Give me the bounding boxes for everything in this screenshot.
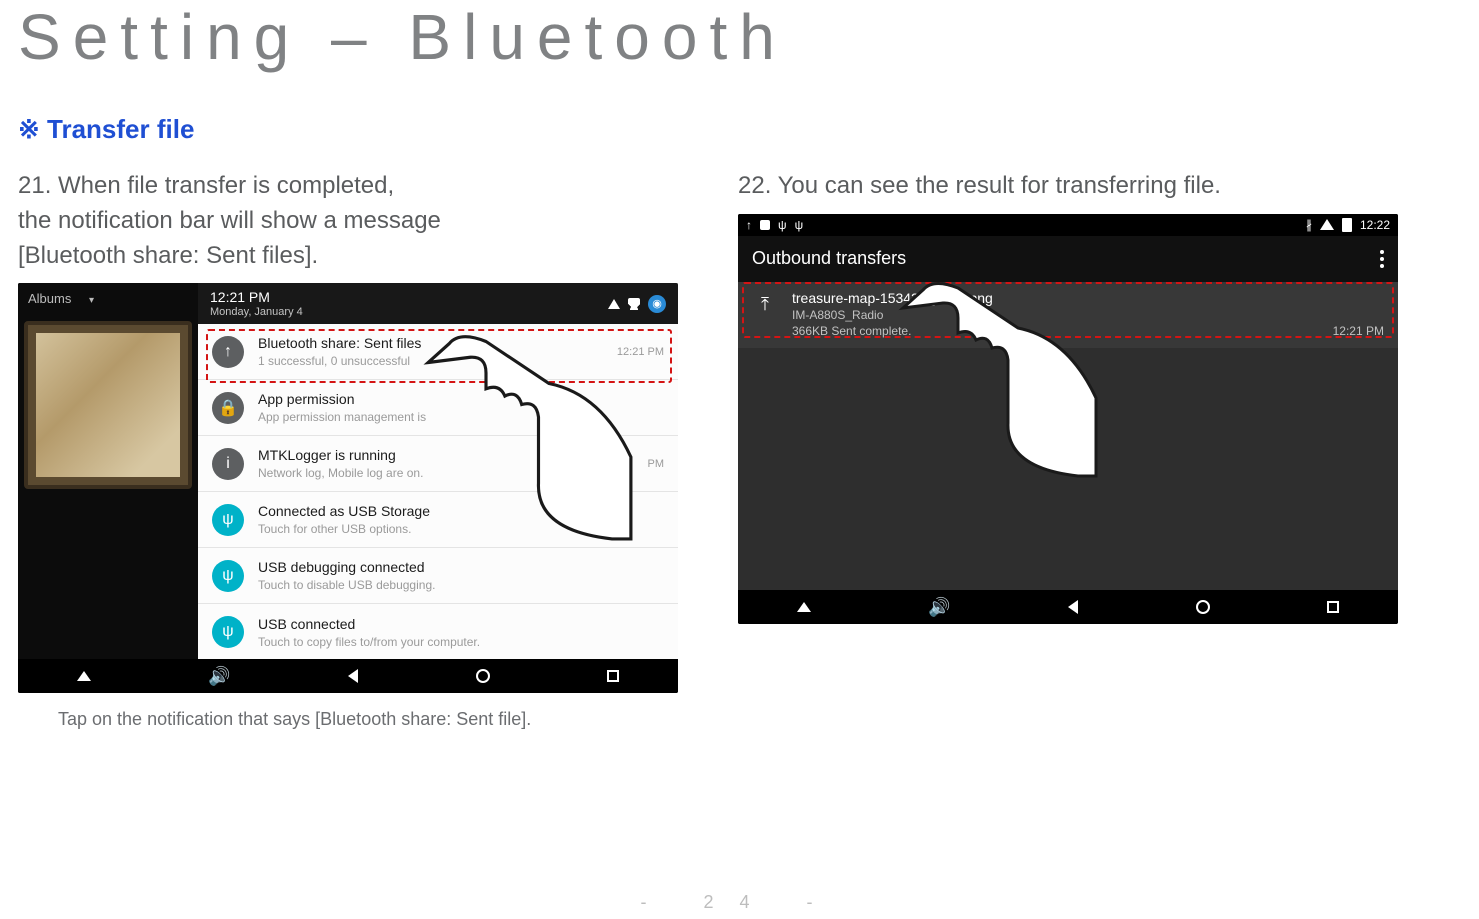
usb-icon: ψ bbox=[212, 560, 244, 592]
android-nav-bar: 🔊 bbox=[738, 590, 1398, 624]
usb-icon: ψ bbox=[778, 218, 787, 232]
nav-recent-icon[interactable] bbox=[1327, 601, 1339, 613]
transfer-row[interactable]: ⤒ treasure-map-153425_1280.png IM-A880S_… bbox=[738, 282, 1398, 348]
status-bar: ↑ ψ ψ ∦ 12:22 bbox=[738, 214, 1398, 236]
info-icon: i bbox=[212, 448, 244, 480]
thumbnail-image[interactable] bbox=[24, 321, 192, 489]
notif-sub: Network log, Mobile log are on. bbox=[258, 466, 634, 480]
upload-icon: ↑ bbox=[746, 218, 752, 232]
nav-back-icon[interactable] bbox=[1068, 600, 1078, 614]
transfer-time: 12:21 PM bbox=[1333, 324, 1384, 338]
notif-title: USB debugging connected bbox=[258, 559, 664, 576]
notification-bluetooth-share[interactable]: ↑ Bluetooth share: Sent files 1 successf… bbox=[198, 324, 678, 380]
nav-volume-icon[interactable]: 🔊 bbox=[928, 598, 950, 616]
usb-icon: ψ bbox=[795, 218, 804, 232]
nav-back-icon[interactable] bbox=[348, 669, 358, 683]
nav-tray-icon[interactable] bbox=[797, 602, 811, 612]
notif-sub: Touch for other USB options. bbox=[258, 522, 664, 536]
more-icon[interactable] bbox=[1380, 257, 1384, 261]
bluetooth-icon: ∦ bbox=[1306, 218, 1312, 232]
lock-icon: 🔒 bbox=[212, 392, 244, 424]
notification-usb-debugging[interactable]: ψ USB debugging connected Touch to disab… bbox=[198, 548, 678, 604]
notif-title: USB connected bbox=[258, 616, 664, 633]
notification-shade: 12:21 PM Monday, January 4 ◉ ↑ Bluetooth bbox=[198, 283, 678, 659]
nav-tray-icon[interactable] bbox=[77, 671, 91, 681]
signal-icon bbox=[608, 299, 620, 309]
upload-icon: ↑ bbox=[212, 336, 244, 368]
nav-home-icon[interactable] bbox=[476, 669, 490, 683]
nav-recent-icon[interactable] bbox=[607, 670, 619, 682]
notif-title: Connected as USB Storage bbox=[258, 503, 664, 520]
notif-sub: Touch to disable USB debugging. bbox=[258, 578, 664, 592]
step-21-caption: Tap on the notification that says [Bluet… bbox=[58, 709, 678, 730]
notification-app-permission[interactable]: 🔒 App permission App permission manageme… bbox=[198, 380, 678, 436]
wifi-icon bbox=[1320, 219, 1334, 230]
shade-time: 12:21 PM bbox=[210, 289, 303, 305]
outbound-body: ⤒ treasure-map-153425_1280.png IM-A880S_… bbox=[738, 282, 1398, 590]
screenshot-step22: ↑ ψ ψ ∦ 12:22 Outbound transfers ⤒ bbox=[738, 214, 1398, 624]
page-title: Setting – Bluetooth bbox=[18, 0, 1461, 74]
albums-sidebar: Albums ▾ bbox=[18, 283, 198, 659]
notif-time: 12:21 PM bbox=[617, 346, 664, 358]
battery-icon bbox=[1342, 218, 1352, 232]
notif-sub: Touch to copy files to/from your compute… bbox=[258, 635, 664, 649]
step-21-text: 21. When file transfer is completed, the… bbox=[18, 169, 678, 273]
albums-label[interactable]: Albums bbox=[28, 291, 71, 306]
notif-sub: 1 successful, 0 unsuccessful bbox=[258, 354, 603, 368]
section-tag: ※ Transfer file bbox=[18, 114, 1461, 145]
shade-date: Monday, January 4 bbox=[210, 306, 303, 318]
notification-mtklogger[interactable]: i MTKLogger is running Network log, Mobi… bbox=[198, 436, 678, 492]
page-number: - 24 - bbox=[640, 892, 838, 913]
chevron-down-icon[interactable]: ▾ bbox=[89, 295, 94, 306]
notif-title: Bluetooth share: Sent files bbox=[258, 335, 603, 352]
step-22-text: 22. You can see the result for transferr… bbox=[738, 169, 1428, 204]
upload-icon: ⤒ bbox=[752, 292, 778, 318]
nav-home-icon[interactable] bbox=[1196, 600, 1210, 614]
notif-time: PM bbox=[648, 458, 665, 470]
usb-icon: ψ bbox=[212, 504, 244, 536]
notif-title: App permission bbox=[258, 391, 664, 408]
notif-sub: App permission management is bbox=[258, 410, 664, 424]
screenshot-step21: Albums ▾ 12:21 PM Monday, January 4 ◉ bbox=[18, 283, 678, 693]
notification-usb-connected[interactable]: ψ USB connected Touch to copy files to/f… bbox=[198, 604, 678, 660]
notif-title: MTKLogger is running bbox=[258, 447, 634, 464]
wifi-icon bbox=[628, 298, 640, 310]
android-nav-bar: 🔊 bbox=[18, 659, 678, 693]
usb-icon: ψ bbox=[212, 616, 244, 648]
lock-icon bbox=[760, 220, 770, 230]
nav-volume-icon[interactable]: 🔊 bbox=[208, 667, 230, 685]
shade-header: 12:21 PM Monday, January 4 ◉ bbox=[198, 283, 678, 324]
notification-usb-storage[interactable]: ψ Connected as USB Storage Touch for oth… bbox=[198, 492, 678, 548]
transfer-device: IM-A880S_Radio bbox=[792, 308, 1319, 322]
status-time: 12:22 bbox=[1360, 218, 1390, 232]
user-avatar-icon[interactable]: ◉ bbox=[648, 295, 666, 313]
outbound-title-bar: Outbound transfers bbox=[738, 236, 1398, 282]
transfer-status: 366KB Sent complete. bbox=[792, 324, 1319, 338]
outbound-title: Outbound transfers bbox=[752, 248, 906, 269]
transfer-filename: treasure-map-153425_1280.png bbox=[792, 290, 1319, 306]
